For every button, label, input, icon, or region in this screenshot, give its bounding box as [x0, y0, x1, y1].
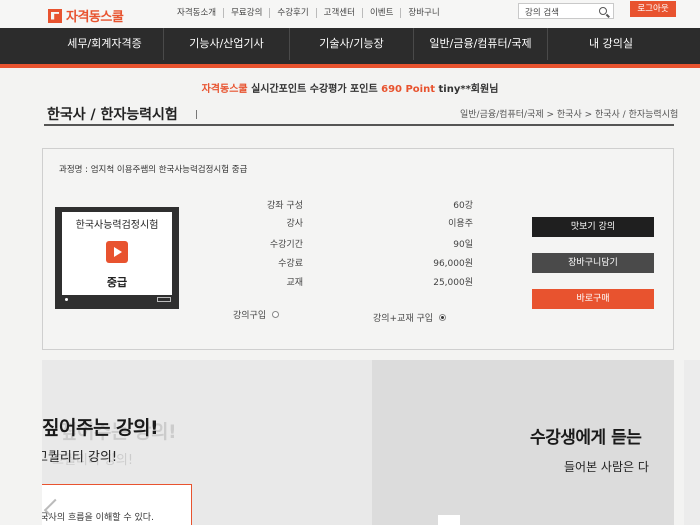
page-title: 한국사 / 한자능력시험 [47, 107, 178, 123]
top-nav-item-reviews[interactable]: 수강후기 [269, 8, 315, 18]
promo-card-right [438, 515, 460, 525]
title-divider [196, 110, 197, 119]
top-nav-item-about[interactable]: 자격동소개 [170, 8, 223, 18]
search-placeholder: 강의 검색 [525, 8, 559, 18]
main-nav-item-craftsman[interactable]: 기능사/산업기사 [164, 28, 290, 60]
page-edge [684, 360, 700, 525]
preview-lecture-button[interactable]: 맛보기 강의 [532, 217, 654, 237]
buy-now-button[interactable]: 바로구매 [532, 289, 654, 309]
promo-left-title: 짚어주는 강의! [42, 417, 159, 439]
add-to-cart-button[interactable]: 장바구니담기 [532, 253, 654, 273]
thumbnail-dot [65, 298, 68, 301]
buy-option-lecture-radio[interactable] [272, 311, 280, 318]
points-notice: 자격동스쿨 실시간포인트 수강평가 포인트 690 Point tiny**회원… [0, 80, 700, 95]
promo-banner: 짚어주는 강의! 짚어주는 강의! 고퀄리티 강의! 고퀄리티 강의! 한국사의… [42, 360, 674, 525]
info-value-textbook: 25,000원 [433, 278, 473, 288]
info-label-fee: 수강료 [278, 259, 303, 269]
course-thumbnail[interactable]: 한국사능력검정시험 중급 [55, 207, 179, 309]
promo-card-text: 한국사의 흐름을 이해할 수 있다. [42, 513, 154, 523]
info-label-textbook: 교재 [286, 278, 303, 288]
nav-accent-bar [0, 64, 700, 68]
course-panel: 과정명 : 엄지척 이용주쌤의 한국사능력검정시험 중급 한국사능력검정시험 중… [42, 148, 674, 350]
info-value-fee: 96,000원 [433, 259, 473, 269]
top-nav-item-free-lectures[interactable]: 무료강의 [223, 8, 269, 18]
top-nav-item-support[interactable]: 고객센터 [315, 8, 362, 18]
info-value-instructor: 이용주 [448, 219, 473, 229]
top-nav: 자격동소개 무료강의 수강후기 고객센터 이벤트 장바구니 [170, 8, 447, 18]
buy-option-lecture-book-radio[interactable] [439, 314, 447, 321]
top-nav-item-cart[interactable]: 장바구니 [400, 8, 446, 18]
notice-points: 690 Point [381, 84, 436, 95]
main-nav-item-general[interactable]: 일반/금융/컴퓨터/국제 [414, 28, 548, 60]
title-rule [44, 124, 674, 126]
main-nav-item-tax-accounting[interactable]: 세무/회계자격증 [46, 28, 164, 60]
buy-option-lecture-book-label: 강의+교재 구입 [373, 314, 434, 324]
info-value-period: 90일 [453, 240, 473, 250]
logo-icon [48, 8, 62, 23]
top-nav-item-events[interactable]: 이벤트 [361, 8, 400, 18]
breadcrumb: 일반/금융/컴퓨터/국제 > 한국사 > 한국사 / 한자능력시험 [460, 110, 679, 120]
logout-button[interactable]: 로그아웃 [630, 1, 676, 17]
info-label-instructor: 강사 [286, 219, 303, 229]
buy-option-lecture-label: 강의구입 [233, 311, 267, 321]
course-name: 과정명 : 엄지척 이용주쌤의 한국사능력검정시험 중급 [59, 165, 248, 175]
info-label-period: 수강기간 [269, 240, 303, 250]
promo-right-subtitle: 들어본 사람은 다 [564, 460, 649, 474]
info-label-composition: 강좌 구성 [267, 201, 303, 211]
top-bar: 자격동스쿨 자격동소개 무료강의 수강후기 고객센터 이벤트 장바구니 강의 검… [0, 0, 700, 28]
buy-option-lecture-book[interactable]: 강의+교재 구입 [373, 311, 447, 324]
notice-user: tiny**회원님 [435, 84, 499, 95]
info-value-composition: 60강 [453, 201, 473, 211]
play-icon[interactable] [106, 241, 128, 263]
fullscreen-icon [157, 297, 171, 302]
thumbnail-title: 한국사능력검정시험 [75, 220, 159, 231]
notice-text: 실시간포인트 수강평가 포인트 [247, 84, 382, 95]
buy-option-lecture[interactable]: 강의구입 [233, 308, 280, 321]
brand-name: 자격동스쿨 [66, 10, 124, 25]
promo-right-title: 수강생에게 듣는 [530, 428, 642, 448]
main-nav: 세무/회계자격증 기능사/산업기사 기술사/기능장 일반/금융/컴퓨터/국제 내… [0, 28, 700, 68]
brand-logo[interactable]: 자격동스쿨 [48, 6, 124, 25]
promo-left-subtitle: 고퀄리티 강의! [42, 450, 118, 465]
thumbnail-level: 중급 [106, 276, 128, 289]
notice-brand: 자격동스쿨 [201, 84, 248, 95]
thumbnail-screen: 한국사능력검정시험 중급 [62, 212, 172, 295]
search-input[interactable]: 강의 검색 [518, 3, 614, 19]
main-nav-item-engineer[interactable]: 기술사/기능장 [290, 28, 414, 60]
main-nav-item-my-classroom[interactable]: 내 강의실 [548, 28, 674, 60]
search-icon[interactable] [599, 7, 607, 15]
